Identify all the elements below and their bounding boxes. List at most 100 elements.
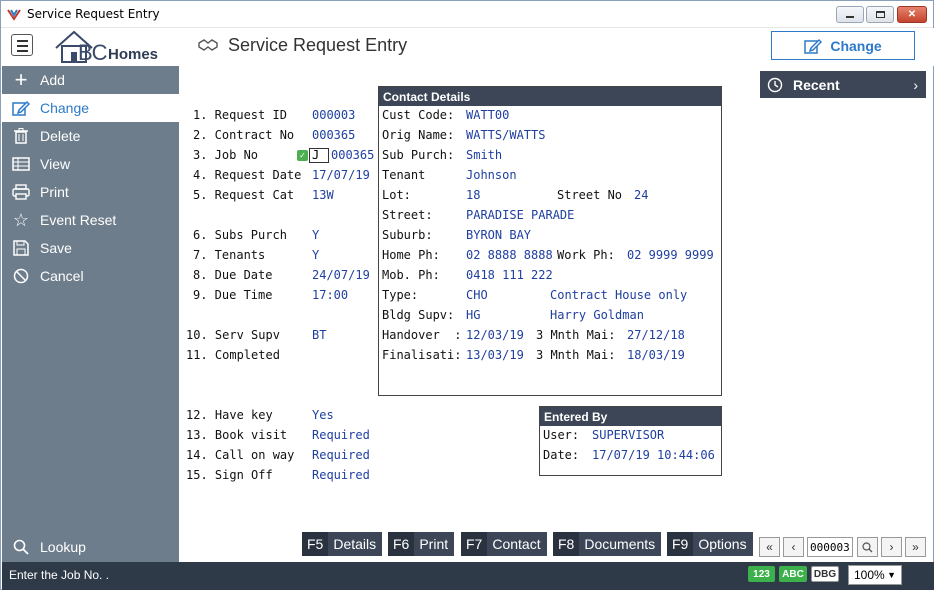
- close-icon: ✕: [907, 9, 917, 20]
- debug-badge[interactable]: DBG: [811, 566, 839, 582]
- contact-value: Smith: [466, 148, 503, 162]
- contact-value: 18/03/19: [627, 348, 685, 362]
- contact-value: PARADISE PARADE: [466, 208, 575, 222]
- field-value[interactable]: Required: [312, 428, 370, 442]
- job-no-input[interactable]: J: [309, 148, 329, 163]
- sidebar-item-label: Change: [40, 100, 90, 116]
- field-label: 7. Tenants: [193, 248, 266, 262]
- field-value[interactable]: 24/07/19: [312, 268, 370, 282]
- contact-value: CHO: [466, 288, 488, 302]
- sidebar-item-label: Event Reset: [40, 212, 117, 228]
- save-icon: [2, 234, 40, 262]
- sidebar: + Add Change Delete View Print ☆ Event R…: [2, 66, 179, 562]
- contact-label: Home Ph:: [382, 248, 440, 262]
- sidebar-item-label: Save: [40, 240, 72, 256]
- contact-label: Finalisati:: [382, 348, 462, 362]
- zoom-select[interactable]: 100% ▼: [848, 565, 902, 585]
- field-label: 5. Request Cat: [193, 188, 295, 202]
- field-value[interactable]: Required: [312, 468, 370, 482]
- entered-by-panel: Entered By User: SUPERVISOR Date: 17/07/…: [539, 406, 722, 476]
- record-number-input[interactable]: 000003: [807, 537, 853, 557]
- field-value[interactable]: Y: [312, 248, 319, 262]
- field-value[interactable]: Y: [312, 228, 319, 242]
- f7-contact-button[interactable]: F7 Contact: [461, 532, 547, 556]
- contact-label: Handover :: [382, 328, 462, 342]
- minimize-icon: [846, 16, 854, 18]
- app-window: Service Request Entry ✕ BC Homes Service…: [0, 0, 934, 590]
- field-value[interactable]: Required: [312, 448, 370, 462]
- f6-print-button[interactable]: F6 Print: [388, 532, 455, 556]
- sidebar-item-label: Print: [40, 184, 69, 200]
- change-mode-button[interactable]: Change: [771, 31, 915, 60]
- sidebar-item-add[interactable]: + Add: [2, 66, 179, 94]
- field-label: 8. Due Date: [193, 268, 273, 282]
- field-label: 12. Have key: [186, 408, 273, 422]
- logo-text: BC: [78, 40, 108, 65]
- field-value: 000365: [331, 148, 375, 162]
- contact-label: Mob. Ph:: [382, 268, 440, 282]
- sidebar-item-view[interactable]: View: [2, 150, 179, 178]
- contact-value: WATTS/WATTS: [466, 128, 546, 142]
- sidebar-item-event-reset[interactable]: ☆ Event Reset: [2, 206, 179, 234]
- first-record-button[interactable]: «: [759, 537, 780, 557]
- previous-record-button[interactable]: ‹: [783, 537, 804, 557]
- field-value[interactable]: 17:00: [312, 288, 348, 302]
- field-value[interactable]: 000365: [312, 128, 355, 142]
- double-chevron-left-icon: «: [766, 540, 773, 554]
- zoom-value: 100%: [854, 568, 885, 582]
- contact-label: Street:: [382, 208, 433, 222]
- contact-label: Sub Purch:: [382, 148, 455, 162]
- sidebar-item-label: Lookup: [40, 539, 86, 555]
- contact-value: Johnson: [466, 168, 517, 182]
- contact-value: 02 8888 8888: [466, 248, 553, 262]
- fkey-code: F9: [667, 532, 694, 556]
- cancel-icon: [2, 262, 40, 290]
- chevron-left-icon: ‹: [791, 540, 796, 554]
- fkey-code: F6: [388, 532, 415, 556]
- sidebar-item-label: Delete: [40, 128, 81, 144]
- field-label: 3. Job No: [193, 148, 259, 162]
- field-label: 2. Contract No: [193, 128, 295, 142]
- field-value[interactable]: 13W: [312, 188, 334, 202]
- contact-value: 12/03/19: [466, 328, 524, 342]
- field-value[interactable]: 17/07/19: [312, 168, 370, 182]
- last-record-button[interactable]: »: [905, 537, 926, 557]
- contact-value: 0418 111 222: [466, 268, 553, 282]
- sidebar-item-change[interactable]: Change: [2, 94, 179, 122]
- contact-value: 24: [634, 188, 649, 202]
- contact-value: 18: [466, 188, 481, 202]
- f5-details-button[interactable]: F5 Details: [302, 532, 383, 556]
- fkey-code: F5: [302, 532, 329, 556]
- sidebar-item-lookup[interactable]: Lookup: [2, 533, 179, 561]
- minimize-button[interactable]: [836, 6, 864, 23]
- menu-button[interactable]: [11, 34, 33, 56]
- sidebar-item-print[interactable]: Print: [2, 178, 179, 206]
- contact-label: Type:: [382, 288, 419, 302]
- close-button[interactable]: ✕: [897, 6, 927, 23]
- f8-documents-button[interactable]: F8 Documents: [553, 532, 662, 556]
- field-value[interactable]: BT: [312, 328, 326, 342]
- recent-button[interactable]: Recent ›: [760, 71, 926, 98]
- fkey-label: Print: [419, 536, 449, 552]
- maximize-button[interactable]: [866, 6, 894, 23]
- find-record-button[interactable]: [857, 537, 878, 557]
- field-label: 10. Serv Supv: [186, 328, 280, 342]
- sidebar-item-label: Add: [40, 72, 65, 88]
- double-chevron-right-icon: »: [912, 540, 919, 554]
- next-record-button[interactable]: ›: [881, 537, 902, 557]
- sidebar-item-cancel[interactable]: Cancel: [2, 262, 179, 290]
- search-icon: [2, 533, 40, 561]
- sidebar-item-save[interactable]: Save: [2, 234, 179, 262]
- field-value[interactable]: Yes: [312, 408, 334, 422]
- contact-value: Contract House only: [550, 288, 688, 302]
- contact-label: 3 Mnth Mai:: [536, 348, 616, 362]
- title-bar: Service Request Entry ✕: [1, 1, 933, 28]
- contact-value: HG: [466, 308, 481, 322]
- sidebar-item-label: View: [40, 156, 71, 172]
- sidebar-item-delete[interactable]: Delete: [2, 122, 179, 150]
- edit-icon: [2, 94, 40, 122]
- f9-options-button[interactable]: F9 Options: [667, 532, 753, 556]
- maximize-icon: [875, 11, 885, 18]
- field-value[interactable]: 000003: [312, 108, 355, 122]
- numlock-badge: 123: [748, 566, 775, 582]
